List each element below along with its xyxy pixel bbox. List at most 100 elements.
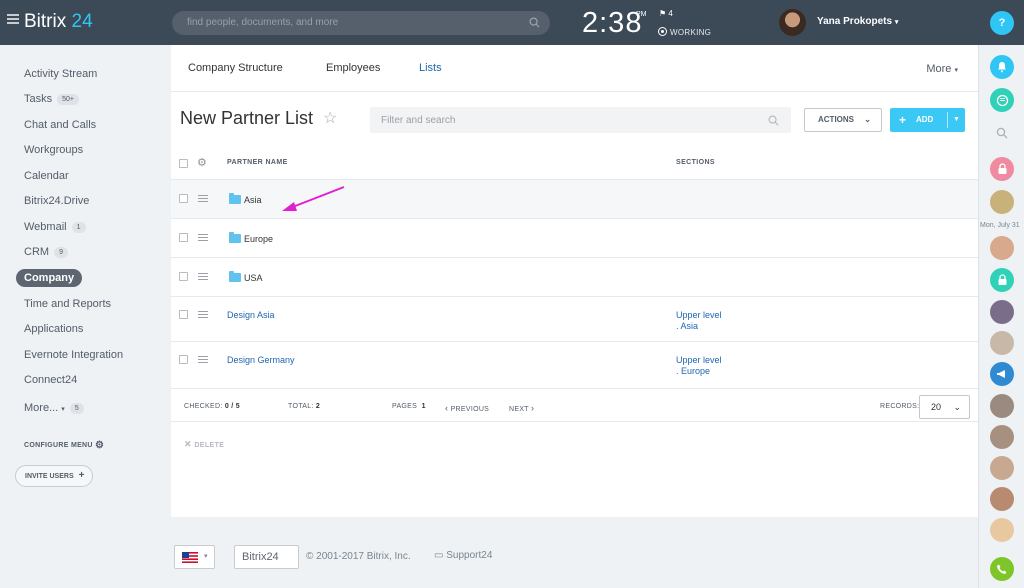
row-section-link[interactable]: Upper level. Europe xyxy=(676,355,722,377)
annotation-arrow xyxy=(282,186,345,211)
status-icon xyxy=(658,27,667,36)
lock-icon[interactable] xyxy=(990,268,1014,292)
search-placeholder: find people, documents, and more xyxy=(187,17,339,28)
row-section-link[interactable]: Upper level. Asia xyxy=(676,310,722,332)
tab-more[interactable]: More ▾ xyxy=(926,63,958,75)
contact-avatar[interactable] xyxy=(990,331,1014,355)
user-menu[interactable]: Yana Prokopets ▾ xyxy=(817,16,898,27)
clock-time[interactable]: 2:38 xyxy=(582,7,642,40)
delete-button[interactable]: ✕ DELETE xyxy=(184,439,224,450)
megaphone-icon[interactable] xyxy=(990,362,1014,386)
logo[interactable]: Bitrix 24 xyxy=(24,11,93,33)
contact-avatar[interactable] xyxy=(990,394,1014,418)
sidebar-item-time-reports[interactable]: Time and Reports xyxy=(24,296,111,312)
contact-avatar[interactable] xyxy=(990,425,1014,449)
sidebar-item-tasks[interactable]: Tasks 50+ xyxy=(24,91,79,107)
tab-company-structure[interactable]: Company Structure xyxy=(188,62,283,74)
table-row[interactable]: Design Germany Upper level. Europe xyxy=(171,342,978,389)
contact-avatar[interactable] xyxy=(990,518,1014,542)
row-checkbox[interactable] xyxy=(179,233,188,242)
records-per-page-select[interactable]: 20 ⌄ xyxy=(919,395,970,419)
sidebar-item-workgroups[interactable]: Workgroups xyxy=(24,142,83,158)
counter-badge: 50+ xyxy=(57,94,79,105)
sidebar-item-webmail[interactable]: Webmail 1 xyxy=(24,219,86,235)
filter-search-input[interactable]: Filter and search xyxy=(370,107,791,133)
table-row[interactable]: Europe xyxy=(171,219,978,258)
row-checkbox[interactable] xyxy=(179,272,188,281)
row-checkbox[interactable] xyxy=(179,310,188,319)
search-icon xyxy=(768,115,779,126)
column-header-partner-name[interactable]: PARTNER NAME xyxy=(227,159,288,166)
row-name-link[interactable]: Design Asia xyxy=(227,310,275,320)
contact-avatar[interactable] xyxy=(990,456,1014,480)
add-button[interactable]: + ADD ▼ xyxy=(890,108,965,132)
chevron-down-icon: ⌄ xyxy=(953,402,961,412)
previous-page-button[interactable]: ‹ PREVIOUS xyxy=(445,403,489,413)
support-link[interactable]: ▭ Support24 xyxy=(434,550,492,561)
help-button[interactable]: ? xyxy=(990,11,1014,35)
folder-icon xyxy=(229,193,241,204)
contact-avatar[interactable] xyxy=(990,300,1014,324)
left-sidebar: Activity Stream Tasks 50+ Chat and Calls … xyxy=(0,45,170,588)
contact-avatar[interactable] xyxy=(990,190,1014,214)
contact-avatar[interactable] xyxy=(990,236,1014,260)
chevron-down-icon: ▾ xyxy=(204,553,208,560)
sidebar-item-connect24[interactable]: Connect24 xyxy=(24,372,77,388)
menu-icon[interactable] xyxy=(7,14,19,25)
row-name[interactable]: Asia xyxy=(244,195,262,205)
table-row[interactable]: USA xyxy=(171,258,978,297)
counter-badge: 1 xyxy=(71,222,86,233)
flag-counter[interactable]: ⚑ 4 xyxy=(659,9,673,18)
sidebar-item-company[interactable]: Company xyxy=(16,269,83,287)
sidebar-item-crm[interactable]: CRM 9 xyxy=(24,244,68,260)
notifications-icon[interactable] xyxy=(990,55,1014,79)
clock-suffix: PM xyxy=(636,11,647,18)
sidebar-item-activity-stream[interactable]: Activity Stream xyxy=(24,66,97,82)
sidebar-item-more[interactable]: More... ▾ 5 xyxy=(24,400,84,416)
tab-employees[interactable]: Employees xyxy=(326,62,380,74)
sidebar-item-applications[interactable]: Applications xyxy=(24,321,83,337)
drag-handle-icon[interactable] xyxy=(198,234,208,241)
sidebar-item-chat[interactable]: Chat and Calls xyxy=(24,117,96,133)
sidebar-item-drive[interactable]: Bitrix24.Drive xyxy=(24,193,89,209)
chevron-down-icon: ⌄ xyxy=(864,115,871,124)
chat-icon[interactable] xyxy=(990,88,1014,112)
drag-handle-icon[interactable] xyxy=(198,311,208,318)
search-contacts-icon[interactable] xyxy=(990,121,1014,145)
bitrix24-badge[interactable]: Bitrix24 xyxy=(234,545,299,569)
row-checkbox[interactable] xyxy=(179,194,188,203)
chevron-down-icon[interactable]: ▼ xyxy=(953,108,960,132)
invite-users-button[interactable]: INVITE USERS + xyxy=(15,465,93,487)
global-search-input[interactable]: find people, documents, and more xyxy=(172,11,550,35)
drag-handle-icon[interactable] xyxy=(198,195,208,202)
row-name[interactable]: USA xyxy=(244,273,263,283)
row-name-link[interactable]: Design Germany xyxy=(227,355,295,365)
sidebar-item-evernote[interactable]: Evernote Integration xyxy=(24,347,123,363)
drag-handle-icon[interactable] xyxy=(198,273,208,280)
tab-bar: Company Structure Employees Lists More ▾ xyxy=(171,45,978,92)
gear-icon[interactable]: ⚙ xyxy=(197,156,207,169)
lock-icon[interactable] xyxy=(990,157,1014,181)
chevron-down-icon: ▾ xyxy=(61,406,65,413)
drag-handle-icon[interactable] xyxy=(198,356,208,363)
folder-icon xyxy=(229,271,241,282)
next-page-button[interactable]: NEXT › xyxy=(509,403,534,413)
row-checkbox[interactable] xyxy=(179,355,188,364)
table-row[interactable]: Design Asia Upper level. Asia xyxy=(171,297,978,342)
column-header-sections[interactable]: SECTIONS xyxy=(676,159,715,166)
folder-icon xyxy=(229,232,241,243)
gear-icon: ⚙ xyxy=(95,440,105,451)
records-label: RECORDS: xyxy=(880,403,920,410)
actions-button[interactable]: ACTIONS ⌄ xyxy=(804,108,882,132)
configure-menu-button[interactable]: CONFIGURE MENU ⚙ xyxy=(24,440,104,451)
contact-avatar[interactable] xyxy=(990,487,1014,511)
sidebar-item-calendar[interactable]: Calendar xyxy=(24,168,69,184)
row-name[interactable]: Europe xyxy=(244,234,273,244)
user-avatar[interactable] xyxy=(779,9,806,36)
star-icon[interactable]: ☆ xyxy=(323,108,337,128)
tab-lists[interactable]: Lists xyxy=(419,62,442,74)
language-selector[interactable]: ▾ xyxy=(174,545,215,569)
phone-icon[interactable] xyxy=(990,557,1014,581)
work-status[interactable]: WORKING xyxy=(658,27,711,37)
select-all-checkbox[interactable] xyxy=(179,159,188,168)
